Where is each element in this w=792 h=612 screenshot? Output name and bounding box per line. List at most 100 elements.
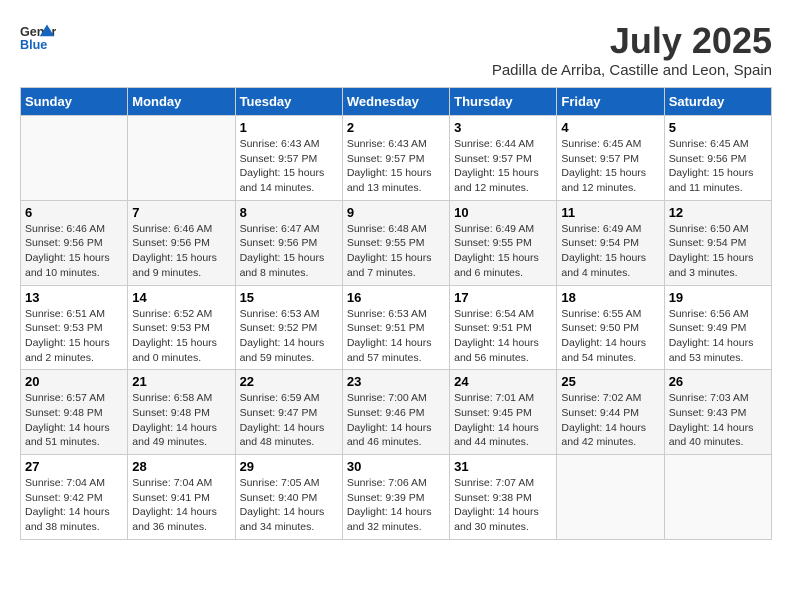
- day-info: Sunrise: 6:51 AM Sunset: 9:53 PM Dayligh…: [25, 307, 123, 366]
- calendar-day-cell: 30 Sunrise: 7:06 AM Sunset: 9:39 PM Dayli…: [342, 455, 449, 540]
- calendar-header-row: SundayMondayTuesdayWednesdayThursdayFrid…: [21, 88, 772, 116]
- day-info: Sunrise: 6:45 AM Sunset: 9:57 PM Dayligh…: [561, 137, 659, 196]
- logo: General Blue: [20, 20, 56, 56]
- calendar-day-cell: 2 Sunrise: 6:43 AM Sunset: 9:57 PM Daylig…: [342, 116, 449, 201]
- day-number: 15: [240, 290, 338, 305]
- day-info: Sunrise: 6:53 AM Sunset: 9:52 PM Dayligh…: [240, 307, 338, 366]
- calendar-day-header: Thursday: [450, 88, 557, 116]
- day-number: 13: [25, 290, 123, 305]
- calendar-day-cell: 17 Sunrise: 6:54 AM Sunset: 9:51 PM Dayli…: [450, 285, 557, 370]
- day-info: Sunrise: 7:07 AM Sunset: 9:38 PM Dayligh…: [454, 476, 552, 535]
- day-number: 24: [454, 374, 552, 389]
- calendar-day-cell: [664, 455, 771, 540]
- calendar-day-cell: 22 Sunrise: 6:59 AM Sunset: 9:47 PM Dayli…: [235, 370, 342, 455]
- day-info: Sunrise: 6:44 AM Sunset: 9:57 PM Dayligh…: [454, 137, 552, 196]
- month-title: July 2025: [492, 20, 772, 62]
- calendar-day-cell: 21 Sunrise: 6:58 AM Sunset: 9:48 PM Dayli…: [128, 370, 235, 455]
- day-info: Sunrise: 6:59 AM Sunset: 9:47 PM Dayligh…: [240, 391, 338, 450]
- day-info: Sunrise: 6:56 AM Sunset: 9:49 PM Dayligh…: [669, 307, 767, 366]
- calendar-day-header: Tuesday: [235, 88, 342, 116]
- calendar-day-cell: [128, 116, 235, 201]
- day-number: 30: [347, 459, 445, 474]
- calendar-day-cell: 1Sunrise: 6:43 AM Sunset: 9:57 PM Daylig…: [235, 116, 342, 201]
- day-number: 17: [454, 290, 552, 305]
- day-number: 20: [25, 374, 123, 389]
- calendar-day-header: Sunday: [21, 88, 128, 116]
- day-info: Sunrise: 6:47 AM Sunset: 9:56 PM Dayligh…: [240, 222, 338, 281]
- day-number: 11: [561, 205, 659, 220]
- day-number: 27: [25, 459, 123, 474]
- calendar-week-row: 27 Sunrise: 7:04 AM Sunset: 9:42 PM Dayli…: [21, 455, 772, 540]
- calendar-table: SundayMondayTuesdayWednesdayThursdayFrid…: [20, 87, 772, 540]
- day-number: 4: [561, 120, 659, 135]
- day-number: 31: [454, 459, 552, 474]
- day-info: Sunrise: 7:04 AM Sunset: 9:41 PM Dayligh…: [132, 476, 230, 535]
- day-info: Sunrise: 6:46 AM Sunset: 9:56 PM Dayligh…: [25, 222, 123, 281]
- calendar-day-cell: 11 Sunrise: 6:49 AM Sunset: 9:54 PM Dayli…: [557, 200, 664, 285]
- calendar-day-cell: 24Sunrise: 7:01 AM Sunset: 9:45 PM Dayli…: [450, 370, 557, 455]
- calendar-day-cell: 18Sunrise: 6:55 AM Sunset: 9:50 PM Dayli…: [557, 285, 664, 370]
- calendar-day-header: Monday: [128, 88, 235, 116]
- calendar-day-cell: 10 Sunrise: 6:49 AM Sunset: 9:55 PM Dayli…: [450, 200, 557, 285]
- calendar-day-cell: 13 Sunrise: 6:51 AM Sunset: 9:53 PM Dayli…: [21, 285, 128, 370]
- day-number: 5: [669, 120, 767, 135]
- page-header: General Blue July 2025 Padilla de Arriba…: [20, 20, 772, 79]
- day-info: Sunrise: 6:58 AM Sunset: 9:48 PM Dayligh…: [132, 391, 230, 450]
- day-info: Sunrise: 7:04 AM Sunset: 9:42 PM Dayligh…: [25, 476, 123, 535]
- day-number: 9: [347, 205, 445, 220]
- day-info: Sunrise: 6:49 AM Sunset: 9:54 PM Dayligh…: [561, 222, 659, 281]
- day-info: Sunrise: 7:02 AM Sunset: 9:44 PM Dayligh…: [561, 391, 659, 450]
- day-number: 25: [561, 374, 659, 389]
- calendar-week-row: 1Sunrise: 6:43 AM Sunset: 9:57 PM Daylig…: [21, 116, 772, 201]
- calendar-day-cell: 9 Sunrise: 6:48 AM Sunset: 9:55 PM Daylig…: [342, 200, 449, 285]
- day-info: Sunrise: 6:50 AM Sunset: 9:54 PM Dayligh…: [669, 222, 767, 281]
- day-number: 21: [132, 374, 230, 389]
- day-number: 23: [347, 374, 445, 389]
- day-info: Sunrise: 7:05 AM Sunset: 9:40 PM Dayligh…: [240, 476, 338, 535]
- calendar-day-cell: 26 Sunrise: 7:03 AM Sunset: 9:43 PM Dayli…: [664, 370, 771, 455]
- calendar-day-cell: 8 Sunrise: 6:47 AM Sunset: 9:56 PM Daylig…: [235, 200, 342, 285]
- calendar-day-cell: 28 Sunrise: 7:04 AM Sunset: 9:41 PM Dayli…: [128, 455, 235, 540]
- day-info: Sunrise: 6:57 AM Sunset: 9:48 PM Dayligh…: [25, 391, 123, 450]
- day-number: 3: [454, 120, 552, 135]
- day-number: 8: [240, 205, 338, 220]
- calendar-day-cell: 20 Sunrise: 6:57 AM Sunset: 9:48 PM Dayli…: [21, 370, 128, 455]
- calendar-day-header: Friday: [557, 88, 664, 116]
- day-info: Sunrise: 6:48 AM Sunset: 9:55 PM Dayligh…: [347, 222, 445, 281]
- day-number: 22: [240, 374, 338, 389]
- calendar-day-cell: 25 Sunrise: 7:02 AM Sunset: 9:44 PM Dayli…: [557, 370, 664, 455]
- day-info: Sunrise: 6:49 AM Sunset: 9:55 PM Dayligh…: [454, 222, 552, 281]
- day-number: 26: [669, 374, 767, 389]
- day-info: Sunrise: 7:00 AM Sunset: 9:46 PM Dayligh…: [347, 391, 445, 450]
- calendar-day-cell: 7Sunrise: 6:46 AM Sunset: 9:56 PM Daylig…: [128, 200, 235, 285]
- calendar-day-cell: 27 Sunrise: 7:04 AM Sunset: 9:42 PM Dayli…: [21, 455, 128, 540]
- day-number: 16: [347, 290, 445, 305]
- day-info: Sunrise: 6:43 AM Sunset: 9:57 PM Dayligh…: [240, 137, 338, 196]
- calendar-day-cell: 4 Sunrise: 6:45 AM Sunset: 9:57 PM Daylig…: [557, 116, 664, 201]
- day-info: Sunrise: 6:43 AM Sunset: 9:57 PM Dayligh…: [347, 137, 445, 196]
- day-number: 7: [132, 205, 230, 220]
- day-number: 12: [669, 205, 767, 220]
- day-info: Sunrise: 6:53 AM Sunset: 9:51 PM Dayligh…: [347, 307, 445, 366]
- calendar-day-cell: 5 Sunrise: 6:45 AM Sunset: 9:56 PM Daylig…: [664, 116, 771, 201]
- calendar-week-row: 6Sunrise: 6:46 AM Sunset: 9:56 PM Daylig…: [21, 200, 772, 285]
- day-info: Sunrise: 6:55 AM Sunset: 9:50 PM Dayligh…: [561, 307, 659, 366]
- day-info: Sunrise: 7:03 AM Sunset: 9:43 PM Dayligh…: [669, 391, 767, 450]
- calendar-day-cell: 23 Sunrise: 7:00 AM Sunset: 9:46 PM Dayli…: [342, 370, 449, 455]
- calendar-day-cell: 6Sunrise: 6:46 AM Sunset: 9:56 PM Daylig…: [21, 200, 128, 285]
- day-number: 28: [132, 459, 230, 474]
- calendar-day-cell: 14Sunrise: 6:52 AM Sunset: 9:53 PM Dayli…: [128, 285, 235, 370]
- calendar-day-header: Saturday: [664, 88, 771, 116]
- day-number: 2: [347, 120, 445, 135]
- day-info: Sunrise: 6:54 AM Sunset: 9:51 PM Dayligh…: [454, 307, 552, 366]
- day-info: Sunrise: 6:45 AM Sunset: 9:56 PM Dayligh…: [669, 137, 767, 196]
- calendar-week-row: 13 Sunrise: 6:51 AM Sunset: 9:53 PM Dayli…: [21, 285, 772, 370]
- logo-icon: General Blue: [20, 20, 56, 56]
- calendar-day-cell: 12 Sunrise: 6:50 AM Sunset: 9:54 PM Dayli…: [664, 200, 771, 285]
- day-info: Sunrise: 7:06 AM Sunset: 9:39 PM Dayligh…: [347, 476, 445, 535]
- day-number: 19: [669, 290, 767, 305]
- calendar-day-cell: [21, 116, 128, 201]
- day-number: 10: [454, 205, 552, 220]
- calendar-day-cell: 31 Sunrise: 7:07 AM Sunset: 9:38 PM Dayli…: [450, 455, 557, 540]
- calendar-day-header: Wednesday: [342, 88, 449, 116]
